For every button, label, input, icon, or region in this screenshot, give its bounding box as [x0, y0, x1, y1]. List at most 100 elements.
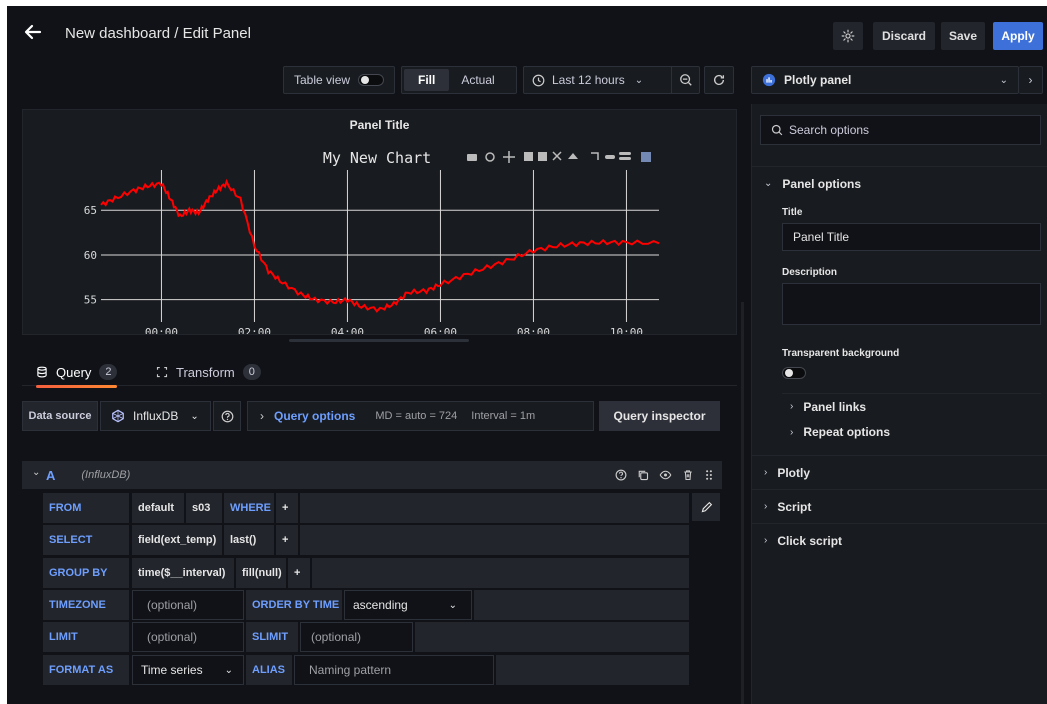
- chevron-down-icon: ⌄: [764, 178, 773, 189]
- description-field-input[interactable]: [782, 283, 1041, 325]
- time-range-picker[interactable]: Last 12 hours ⌄: [523, 66, 700, 94]
- x-tick-label: 00:00: [145, 326, 178, 334]
- chevron-right-icon: ›: [260, 409, 264, 423]
- fill-option[interactable]: Fill: [404, 69, 450, 91]
- orderby-select[interactable]: ascending ⌄: [344, 590, 472, 620]
- x-tick-label: 08:00: [517, 326, 550, 334]
- transparent-background-toggle[interactable]: [782, 367, 806, 379]
- options-search-input[interactable]: Search options: [760, 115, 1041, 145]
- table-view-switch[interactable]: [358, 74, 385, 86]
- x-tick-label: 04:00: [331, 326, 364, 334]
- duplicate-icon[interactable]: [637, 469, 649, 481]
- transparent-background-label: Transparent background: [782, 348, 900, 359]
- select-add-button[interactable]: +: [276, 525, 298, 555]
- time-range-label: Last 12 hours: [552, 73, 625, 87]
- alias-input[interactable]: Naming pattern: [294, 655, 494, 685]
- hover-closest-icon: [605, 155, 615, 159]
- zoom-out-button[interactable]: [671, 67, 699, 93]
- tab-transform[interactable]: Transform 0: [156, 358, 261, 386]
- settings-button[interactable]: [833, 22, 863, 50]
- actual-option[interactable]: Actual: [451, 67, 504, 93]
- query-inspector-button[interactable]: Query inspector: [599, 401, 720, 431]
- section-plotly-label: Plotly: [777, 465, 811, 480]
- from-keyword: FROM: [43, 493, 129, 523]
- alias-keyword: ALIAS: [246, 655, 292, 685]
- timezone-input[interactable]: (optional): [132, 590, 244, 620]
- tab-transform-label: Transform: [176, 364, 235, 380]
- select-row-filler: [300, 525, 689, 555]
- edit-raw-query-button[interactable]: [692, 493, 720, 521]
- section-plotly[interactable]: › Plotly: [752, 455, 1047, 489]
- where-add-button[interactable]: +: [276, 493, 298, 523]
- chevron-right-icon: ›: [790, 426, 794, 438]
- limit-input[interactable]: (optional): [132, 622, 244, 652]
- datasource-label: Data source: [22, 401, 98, 431]
- apply-button[interactable]: Apply: [993, 22, 1043, 50]
- visualization-next-button[interactable]: ›: [1019, 66, 1043, 94]
- plotly-chart[interactable]: 00:00 02:00 04:00 06:00 08:00 10:00 55 60 65 My …: [23, 110, 736, 334]
- chart-ticks: 00:00 02:00 04:00 06:00 08:00 10:00 55 60 65: [84, 204, 643, 334]
- section-repeat-options[interactable]: › Repeat options: [782, 419, 1041, 445]
- limit-row-filler: [415, 622, 689, 652]
- tab-query[interactable]: Query 2: [36, 358, 118, 388]
- chevron-down-icon[interactable]: ⌄: [32, 467, 40, 478]
- modebar[interactable]: [467, 151, 651, 163]
- chevron-right-icon: ›: [764, 535, 768, 546]
- options-search-placeholder: Search options: [789, 123, 870, 137]
- timezone-keyword: TIMEZONE: [43, 590, 129, 620]
- spike-lines-icon: [591, 152, 599, 160]
- section-click-script-label: Click script: [777, 533, 843, 548]
- groupby-fill[interactable]: fill(null): [236, 558, 286, 588]
- transform-count-badge: 0: [242, 364, 261, 380]
- formatas-value: Time series: [141, 663, 203, 677]
- help-icon[interactable]: [615, 469, 627, 481]
- query-options-toggle[interactable]: › Query options MD = auto = 724 Interval…: [247, 401, 594, 431]
- groupby-add-button[interactable]: +: [288, 558, 310, 588]
- drag-handle-icon[interactable]: [704, 469, 714, 481]
- hover-compare-icon: [619, 152, 631, 155]
- groupby-keyword: GROUP BY: [43, 558, 129, 588]
- select-function[interactable]: last(): [224, 525, 274, 555]
- interval-text: Interval = 1m: [471, 410, 536, 422]
- formatas-select[interactable]: Time series ⌄: [132, 655, 244, 685]
- table-view-toggle[interactable]: Table view: [283, 66, 395, 94]
- trash-icon[interactable]: [682, 469, 694, 481]
- query-count-badge: 2: [99, 364, 118, 380]
- chevron-down-icon: ⌄: [190, 410, 199, 422]
- discard-button[interactable]: Discard: [873, 22, 935, 50]
- select-field[interactable]: field(ext_temp): [132, 525, 222, 555]
- section-click-script[interactable]: › Click script: [752, 523, 1047, 557]
- section-repeat-options-label: Repeat options: [803, 425, 891, 439]
- groupby-time[interactable]: time($__interval): [132, 558, 234, 588]
- datasource-help-button[interactable]: [213, 401, 241, 431]
- from-policy[interactable]: default: [132, 493, 184, 523]
- visualization-picker[interactable]: Plotly panel ⌄: [751, 66, 1019, 94]
- page-title: New dashboard / Edit Panel: [65, 25, 251, 42]
- zoom-in-icon: [524, 152, 533, 161]
- search-icon: [771, 124, 783, 136]
- back-arrow-icon[interactable]: [23, 22, 45, 44]
- from-measurement[interactable]: s03: [186, 493, 222, 523]
- orderby-value: ascending: [353, 598, 408, 612]
- title-field-input[interactable]: Panel Title: [782, 223, 1041, 251]
- refresh-button[interactable]: [704, 66, 734, 94]
- save-button[interactable]: Save: [941, 22, 985, 50]
- slimit-input[interactable]: (optional): [300, 622, 413, 652]
- query-row-header[interactable]: ⌄ A (InfluxDB): [22, 461, 722, 489]
- section-script[interactable]: › Script: [752, 489, 1047, 523]
- zoom-out-icon: [538, 152, 547, 161]
- section-panel-options[interactable]: ⌄ Panel options: [752, 166, 1047, 200]
- x-tick-label: 02:00: [238, 326, 271, 334]
- help-icon: [221, 410, 233, 422]
- chevron-down-icon: ⌄: [224, 664, 233, 676]
- query-letter: A: [46, 467, 56, 483]
- panel-preview: Panel Title 00:00 02:00 04:00 06:00 08:00 10:…: [22, 109, 737, 335]
- eye-icon[interactable]: [659, 469, 672, 481]
- chevron-right-icon: ›: [764, 501, 768, 512]
- zoom-icon: [485, 152, 495, 162]
- datasource-select[interactable]: InfluxDB ⌄: [100, 401, 211, 431]
- section-panel-links[interactable]: › Panel links: [782, 393, 1041, 419]
- panel-resize-handle[interactable]: [289, 339, 469, 342]
- title-field-label: Title: [782, 207, 803, 218]
- editor-scrollbar[interactable]: [741, 302, 744, 704]
